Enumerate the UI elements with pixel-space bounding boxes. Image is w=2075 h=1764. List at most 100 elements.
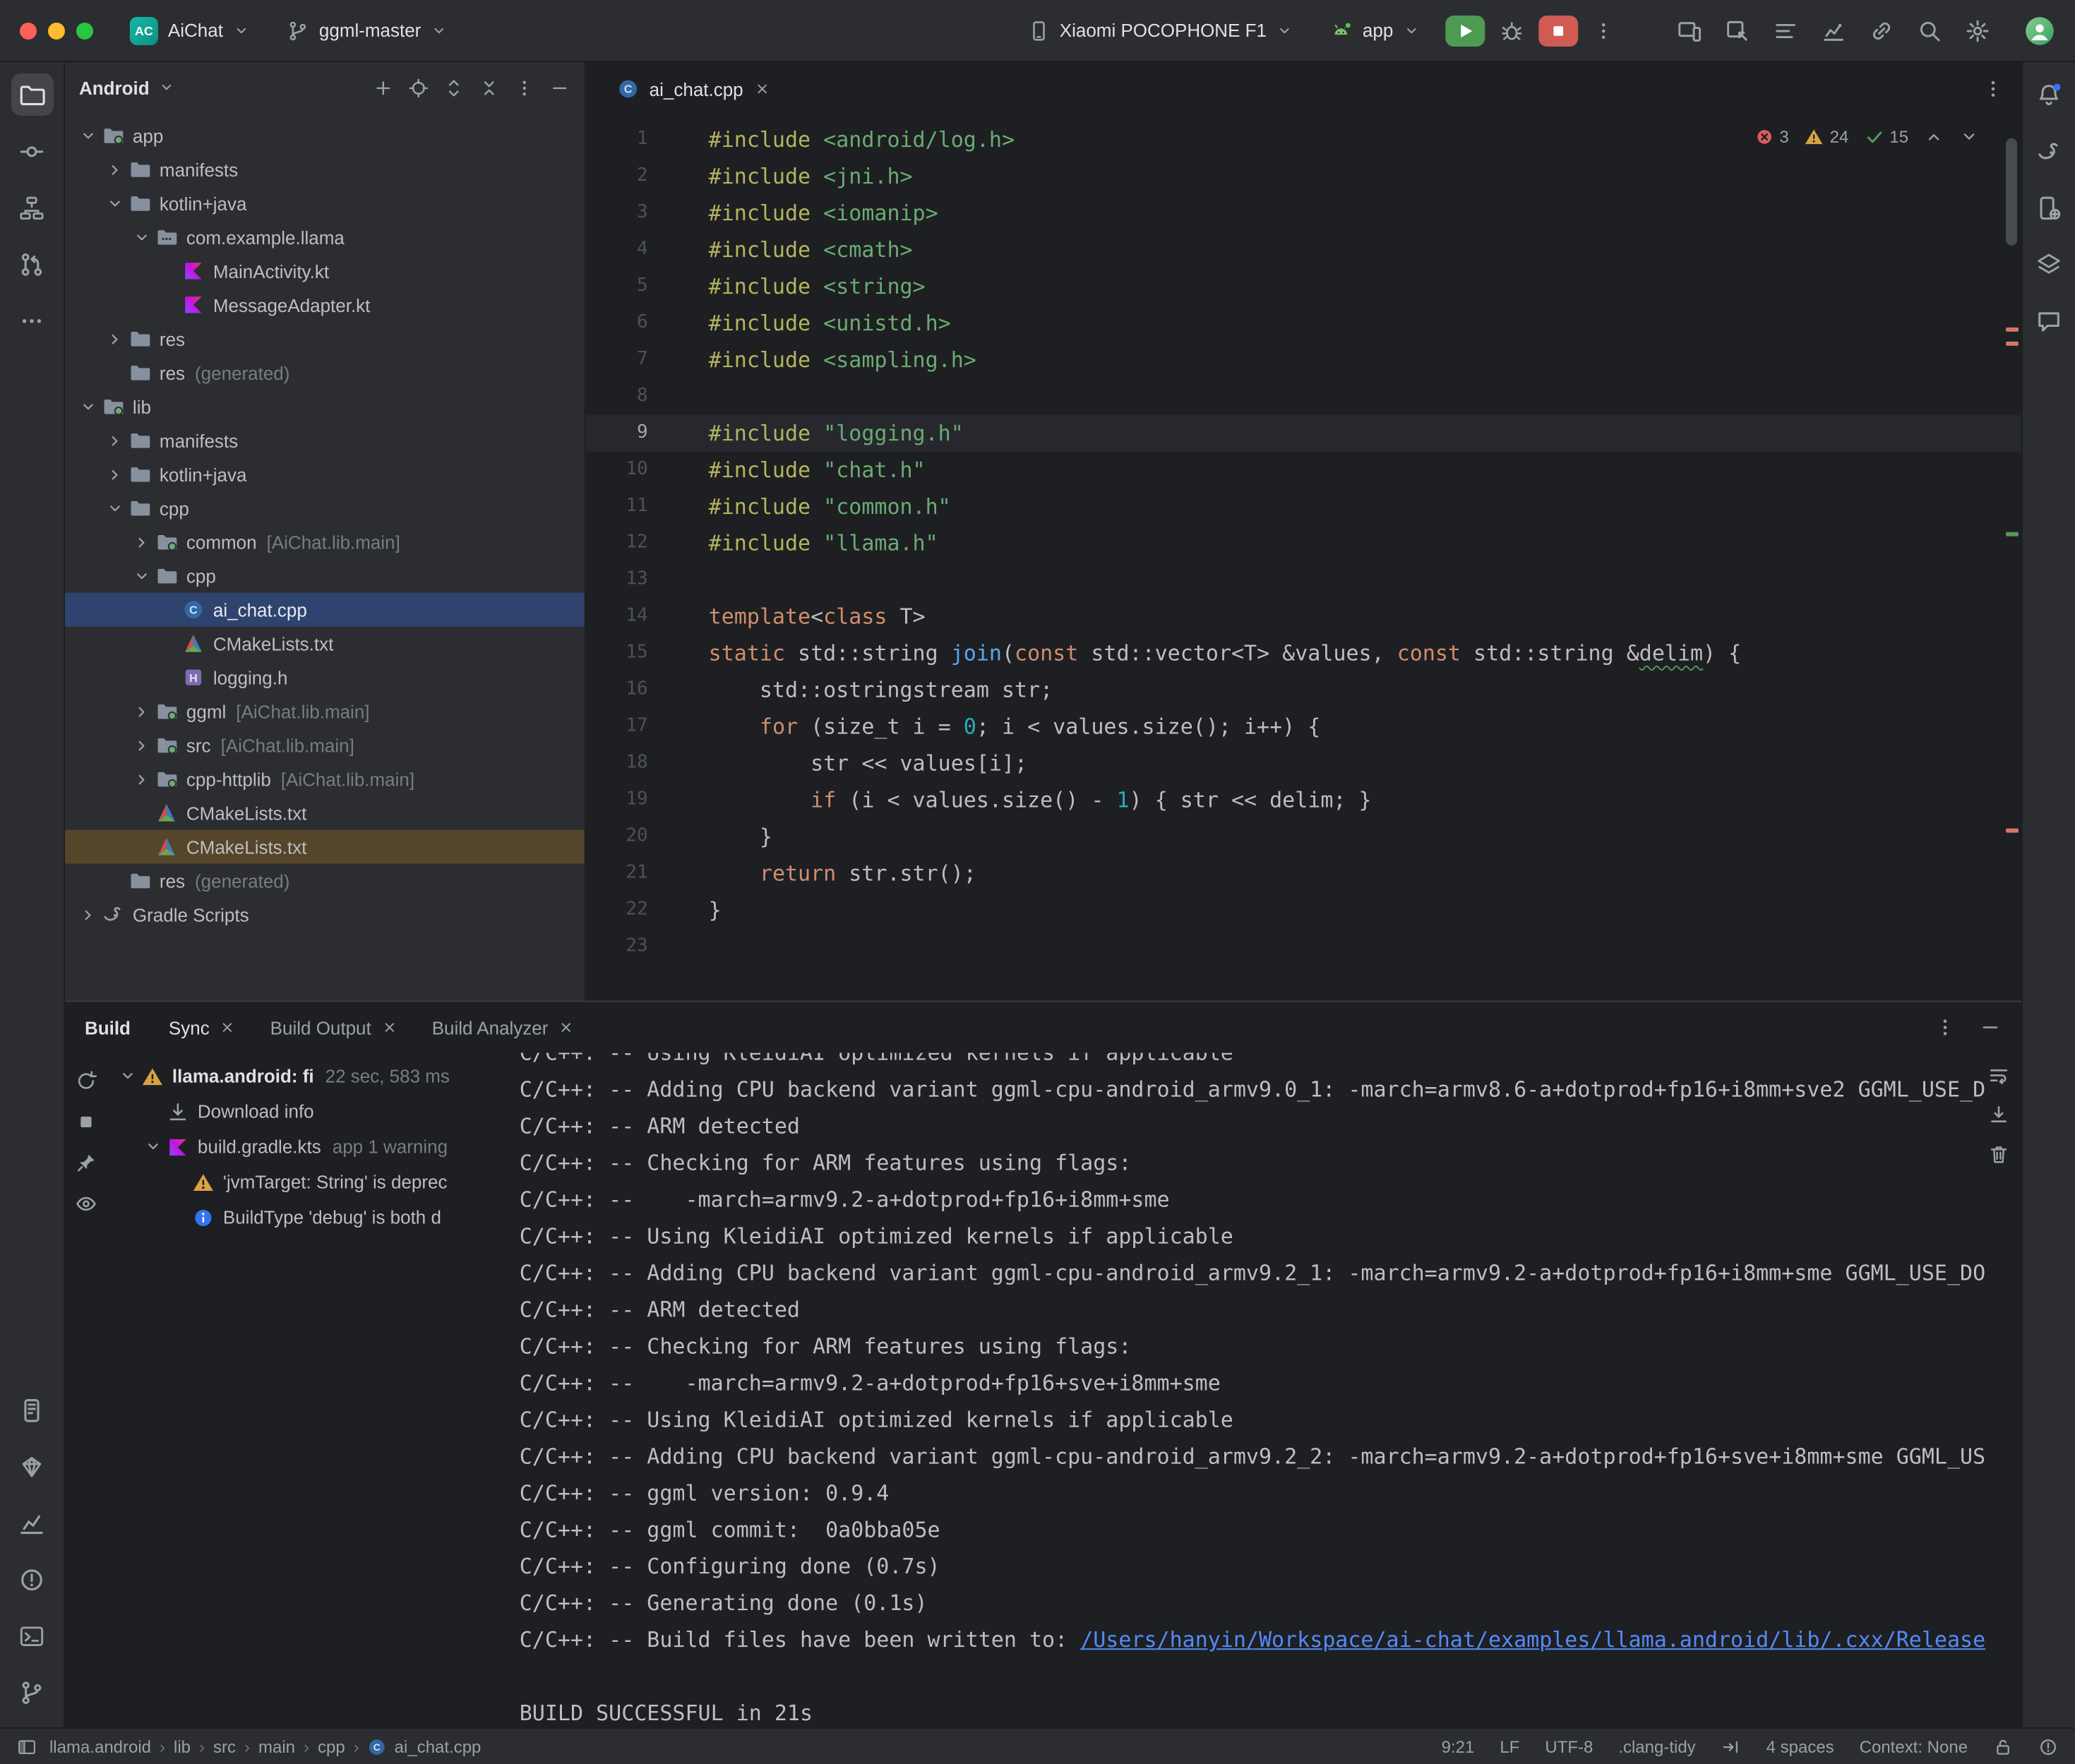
run-config-selector[interactable]: app [1319,13,1431,47]
attach-link-icon[interactable] [1869,18,1894,43]
chevron-open-icon[interactable] [130,226,154,248]
layout-inspector-icon[interactable] [1725,18,1750,43]
log-link[interactable]: /Users/hanyin/Workspace/ai-chat/examples… [1080,1627,1985,1652]
chevron-open-icon[interactable] [76,395,100,418]
scroll-end-icon[interactable] [1987,1103,2010,1126]
chevron-down-icon[interactable] [158,79,175,96]
build-tree-item[interactable]: build.gradle.ktsapp 1 warning [107,1129,500,1164]
editor-scrollbar[interactable] [2006,138,2017,246]
close-icon[interactable] [220,1019,237,1036]
chevron-closed-icon[interactable] [130,700,154,723]
build-console[interactable]: C/C++: -- Using KleidiAI optimized kerne… [500,1052,2021,1727]
chevron-open-icon[interactable] [130,565,154,587]
next-problem-icon[interactable] [1959,127,1979,147]
window-zoom-button[interactable] [76,22,93,39]
breadcrumb-item[interactable]: cpp [318,1736,345,1756]
tool-version-control-button[interactable] [11,1671,53,1713]
project-tree-item[interactable]: manifests [65,152,585,186]
error-count[interactable]: 3 [1754,127,1788,147]
ok-count[interactable]: 15 [1864,127,1908,147]
logcat-icon[interactable] [1773,18,1798,43]
chevron-closed-icon[interactable] [103,328,127,350]
project-tree-item[interactable]: manifests [65,424,585,457]
debug-button[interactable] [1499,18,1524,43]
chevron-open-icon[interactable] [103,497,127,520]
collapse-all-icon[interactable] [479,77,500,98]
project-tree-item[interactable]: MessageAdapter.kt [65,288,585,322]
project-tree-item[interactable]: kotlin+java [65,457,585,491]
project-tree-item[interactable]: CMakeLists.txt [65,627,585,661]
trash-icon[interactable] [1987,1143,2010,1165]
toolwindow-toggle-icon[interactable] [17,1736,37,1756]
chevron-open-icon[interactable] [76,124,100,147]
build-tree-item[interactable]: llama.android: fi22 sec, 583 ms [107,1058,500,1093]
clang-tidy-status[interactable]: .clang-tidy [1618,1736,1695,1756]
editor-tab-ai-chat-cpp[interactable]: C ai_chat.cpp [600,62,787,116]
expand-all-icon[interactable] [443,77,465,98]
tool-device-explorer-button[interactable] [11,1388,53,1431]
chevron-open-icon[interactable] [116,1064,140,1087]
breadcrumb-item[interactable]: lib [174,1736,191,1756]
tool-app-inspection-button[interactable] [11,1445,53,1487]
build-panel-title[interactable]: Build [85,1017,131,1038]
more-actions-icon[interactable] [1592,19,1615,42]
context-setting[interactable]: Context: None [1860,1736,1968,1756]
project-tree-item[interactable]: Cai_chat.cpp [65,593,585,627]
chevron-open-icon[interactable] [103,192,127,215]
tool-assistant-button[interactable] [2028,299,2070,342]
project-view-selector[interactable]: Android [79,77,150,98]
close-icon[interactable] [381,1019,398,1036]
panel-options-icon[interactable] [514,77,535,98]
chevron-closed-icon[interactable] [103,429,127,452]
hide-panel-icon[interactable] [549,77,570,98]
project-tree-item[interactable]: cpp [65,559,585,593]
project-tree-item[interactable]: CMakeLists.txt [65,796,585,830]
stop-sm-icon[interactable] [75,1110,97,1133]
tool-problems-button[interactable] [11,1558,53,1600]
tool-project-folder-button[interactable] [11,73,53,116]
tool-gradle-button[interactable] [2028,130,2070,172]
pin-icon[interactable] [75,1151,97,1174]
tool-bell-dot-button[interactable] [2028,73,2070,116]
device-selector[interactable]: Xiaomi POCOPHONE F1 [1016,13,1305,47]
project-tree-item[interactable]: common[AiChat.lib.main] [65,525,585,559]
sync-icon[interactable] [75,1069,97,1092]
breadcrumb-item[interactable]: src [213,1736,236,1756]
project-tree-item[interactable]: app [65,119,585,152]
chevron-closed-icon[interactable] [130,734,154,757]
project-tree-item[interactable]: res(generated) [65,356,585,390]
stop-button[interactable] [1538,15,1578,46]
caret-position[interactable]: 9:21 [1442,1736,1475,1756]
project-tree-item[interactable]: Gradle Scripts [65,898,585,932]
window-close-button[interactable] [20,22,37,39]
error-stripe-mark[interactable] [2006,342,2019,346]
tool-structure-button[interactable] [11,186,53,229]
file-encoding[interactable]: UTF-8 [1545,1736,1593,1756]
indent-setting[interactable]: 4 spaces [1766,1736,1834,1756]
app-insights-icon[interactable] [1821,18,1846,43]
settings-icon[interactable] [1965,18,1990,43]
build-tree-item[interactable]: 'jvmTarget: String' is deprec [107,1164,500,1199]
breadcrumb-item[interactable]: Cai_chat.cpp [368,1736,482,1756]
close-tab-icon[interactable] [753,80,770,97]
project-tree-item[interactable]: ggml[AiChat.lib.main] [65,695,585,728]
project-tree-item[interactable]: kotlin+java [65,186,585,220]
lock-icon[interactable] [1993,1736,2013,1756]
build-tree-item[interactable]: Download info [107,1093,500,1129]
ok-stripe-mark[interactable] [2006,532,2019,536]
breadcrumb-item[interactable]: main [258,1736,295,1756]
build-tab-build-analyzer[interactable]: Build Analyzer [419,1012,588,1044]
add-icon[interactable] [373,77,394,98]
project-tree-item[interactable]: CMakeLists.txt [65,830,585,864]
build-tree-item[interactable]: BuildType 'debug' is both d [107,1199,500,1235]
error-stripe-mark[interactable] [2006,829,2019,833]
chevron-open-icon[interactable] [141,1135,165,1158]
project-tree-item[interactable]: Hlogging.h [65,661,585,695]
search-icon[interactable] [1917,18,1942,43]
editor-options-icon[interactable] [1982,78,2004,100]
build-tab-sync[interactable]: Sync [156,1012,249,1044]
warning-count[interactable]: 24 [1805,127,1849,147]
chevron-closed-icon[interactable] [130,768,154,791]
error-stripe-mark[interactable] [2006,328,2019,332]
tool-pull-requests-button[interactable] [11,243,53,285]
